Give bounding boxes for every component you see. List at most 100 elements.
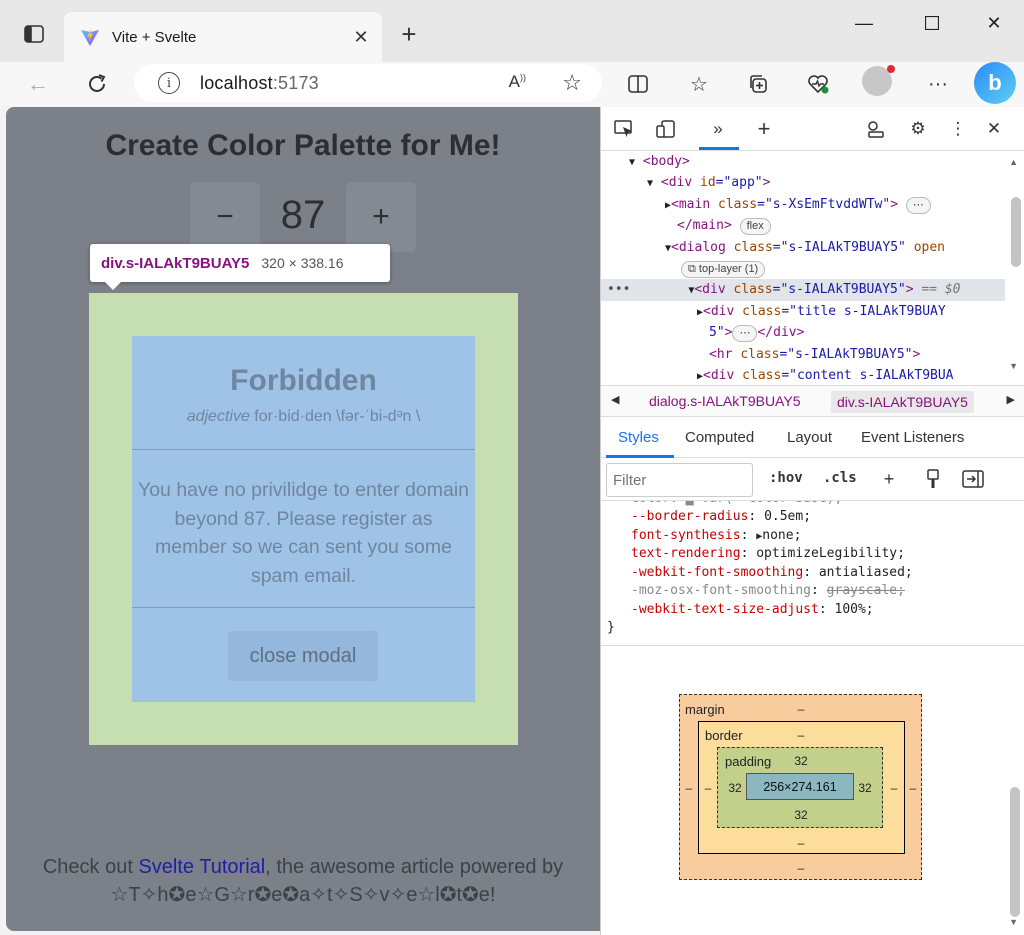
minimize-icon[interactable]: — (842, 8, 886, 38)
page-title: Create Color Palette for Me! (105, 129, 501, 162)
breadcrumb-left-icon[interactable]: ◀ (611, 393, 619, 406)
inspect-tooltip: div.s-IALAkT9BUAY5 320 × 338.16 (90, 244, 390, 290)
close-modal-button[interactable]: close modal (228, 631, 378, 681)
padding-left-value[interactable]: 32 (723, 781, 747, 795)
tab-styles[interactable]: Styles (618, 429, 659, 446)
css-declaration[interactable]: font-synthesis: ▶none; (631, 527, 801, 547)
refresh-icon[interactable] (79, 66, 115, 102)
elements-tree: ▼ <body> ▼ <div id="app"> ▶<main class="… (601, 151, 1024, 383)
new-style-rule-icon[interactable]: + (877, 467, 901, 491)
dom-line-content-div[interactable]: ▶<div class="content s-IALAkT9BUA (601, 365, 1005, 383)
padding-right-value[interactable]: 32 (853, 781, 877, 795)
scroll-up-icon[interactable]: ▲ (1009, 157, 1018, 167)
css-declaration[interactable]: -webkit-text-size-adjust: 100%; (631, 601, 874, 620)
border-left-value[interactable]: – (702, 781, 714, 795)
tab-event-listeners[interactable]: Event Listeners (861, 429, 964, 446)
top-layer-badge[interactable]: ⧉ top-layer (1) (681, 261, 766, 278)
modal-message: You have no privilidge to enter domain b… (138, 479, 470, 587)
scroll-down-icon[interactable]: ▼ (1009, 361, 1018, 371)
dom-line-top-layer[interactable]: ⧉ top-layer (1) (601, 258, 1005, 279)
device-emulation-icon[interactable] (653, 116, 679, 142)
css-declaration[interactable]: text-rendering: optimizeLegibility; (631, 545, 905, 564)
more-tools-icon[interactable]: » (705, 116, 731, 142)
part-of-speech: adjective (186, 408, 250, 425)
devtools-menu-icon[interactable]: ⋮ (945, 116, 971, 142)
padding-label: padding (725, 754, 772, 769)
breadcrumb-dialog[interactable]: dialog.s-IALAkT9BUAY5 (649, 393, 800, 409)
devtools-panel: » + ⚙ ⋮ ✕ ▼ <body> ▼ <div id="app"> ▶<ma… (600, 107, 1024, 935)
profile-avatar[interactable] (862, 65, 895, 96)
customize-icon[interactable] (863, 116, 889, 142)
bing-copilot-icon[interactable]: b (974, 62, 1016, 104)
tab-computed[interactable]: Computed (685, 429, 754, 446)
margin-right-value[interactable]: – (907, 781, 919, 795)
increment-button[interactable]: + (346, 182, 416, 252)
breadcrumb-right-icon[interactable]: ▶ (1007, 393, 1015, 406)
settings-gear-icon[interactable]: ⚙ (905, 116, 931, 142)
styles-pane: color: ▇ var(--color-base); --border-rad… (601, 501, 1024, 646)
padding-top-value[interactable]: 32 (789, 754, 813, 768)
dom-line-main[interactable]: ▶<main class="s-XsEmFtvddWTw"> ⋯ (601, 194, 1005, 215)
devtools-close-icon[interactable]: ✕ (981, 116, 1007, 142)
collections-icon[interactable] (742, 68, 774, 100)
vite-logo-icon (81, 28, 99, 46)
box-model-content[interactable]: 256×274.161 (746, 773, 854, 800)
dom-line-body[interactable]: ▼ <body> (601, 151, 1005, 172)
browser-tab[interactable]: Vite + Svelte ✕ (64, 12, 382, 62)
border-top-value[interactable]: – (791, 728, 811, 742)
divider (132, 607, 475, 608)
styles-scroll-down-icon[interactable]: ▼ (1009, 917, 1018, 927)
dom-line-title-div[interactable]: ▶<div class="title s-IALAkT9BUAY (601, 301, 1005, 322)
star-icon[interactable]: ☆ (562, 70, 582, 96)
margin-bottom-value[interactable]: – (791, 861, 811, 875)
add-tool-icon[interactable]: + (751, 116, 777, 142)
svelte-tutorial-link[interactable]: Svelte Tutorial (138, 856, 265, 878)
favorites-icon[interactable]: ☆ (683, 68, 715, 100)
maximize-icon[interactable] (910, 8, 954, 38)
margin-top-value[interactable]: – (791, 702, 811, 716)
margin-left-value[interactable]: – (683, 781, 695, 795)
split-screen-icon[interactable] (622, 68, 654, 100)
back-arrow-icon[interactable]: ← (20, 66, 56, 102)
read-aloud-icon[interactable]: A)) (509, 72, 526, 92)
css-declaration-overridden[interactable]: -moz-osx-font-smoothing: grayscale; (631, 582, 905, 601)
styles-subtabs: Styles Computed Layout Event Listeners (601, 418, 1024, 458)
css-declaration[interactable]: --border-radius: 0.5em; (631, 508, 811, 527)
decrement-button[interactable]: − (190, 182, 260, 252)
elements-scrollbar[interactable] (1011, 197, 1021, 267)
dom-line-title-div-cont[interactable]: 5"> ⋯ </div> (601, 322, 1005, 343)
tooltip-dimensions: 320 × 338.16 (261, 255, 344, 271)
address-url[interactable]: localhost:5173 (200, 73, 319, 94)
css-declaration[interactable]: -webkit-font-smoothing: antialiased; (631, 564, 913, 583)
inspect-element-icon[interactable] (611, 116, 637, 142)
new-tab-icon[interactable]: + (392, 18, 426, 50)
tab-actions-icon[interactable] (14, 20, 54, 48)
pronunciation-text: for·bid·den \fər-ˈbi-dᵊn \ (254, 408, 421, 425)
styles-filter-input[interactable] (606, 463, 753, 497)
browser-essentials-icon[interactable] (802, 68, 834, 100)
tooltip-selector: div.s-IALAkT9BUAY5 (101, 254, 250, 272)
more-options-icon[interactable]: ··· (922, 68, 954, 100)
dom-line-app[interactable]: ▼ <div id="app"> (601, 172, 1005, 193)
class-toggle-button[interactable]: .cls (823, 470, 857, 486)
flex-badge[interactable]: flex (739, 218, 771, 236)
breadcrumb-div[interactable]: div.s-IALAkT9BUAY5 (831, 391, 974, 413)
toggle-sidebar-icon[interactable] (961, 467, 985, 491)
paint-brush-icon[interactable] (921, 467, 945, 491)
styles-scrollbar[interactable] (1010, 787, 1020, 917)
dom-line-selected-div[interactable]: ••• ▼<div class="s-IALAkT9BUAY5"> == $0 (601, 279, 1005, 301)
dom-line-hr[interactable]: <hr class="s-IALAkT9BUAY5"> (601, 344, 1005, 365)
border-label: border (705, 728, 743, 743)
footer: Check out Svelte Tutorial, the awesome a… (6, 853, 600, 909)
hover-state-button[interactable]: :hov (769, 470, 803, 486)
tab-layout[interactable]: Layout (787, 429, 832, 446)
dom-line-dialog[interactable]: ▼<dialog class="s-IALAkT9BUAY5" open (601, 237, 1005, 258)
tab-close-icon[interactable]: ✕ (346, 22, 376, 52)
info-icon[interactable]: i (158, 72, 180, 94)
padding-bottom-value[interactable]: 32 (789, 808, 813, 822)
dom-line-main-close[interactable]: </main> flex (601, 215, 1005, 236)
window-close-icon[interactable]: ✕ (972, 8, 1016, 38)
border-bottom-value[interactable]: – (791, 836, 811, 850)
address-bar[interactable]: i localhost:5173 A)) ☆ (134, 64, 602, 102)
border-right-value[interactable]: – (888, 781, 900, 795)
